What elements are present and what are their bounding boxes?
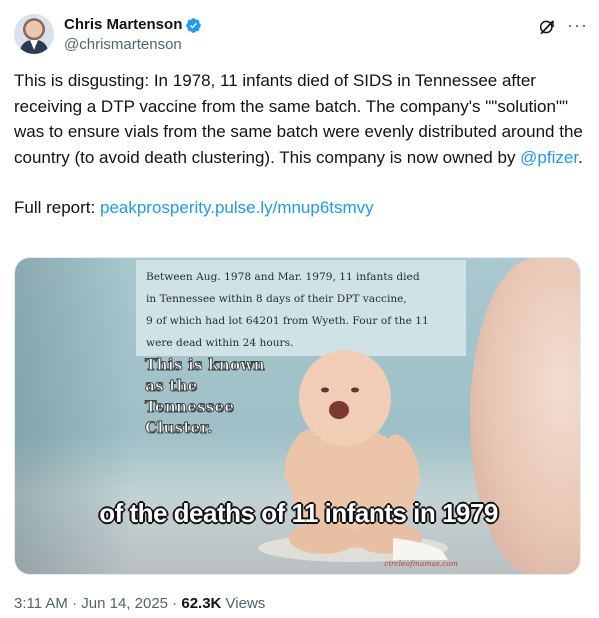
author-display-name[interactable]: Chris Martenson: [64, 15, 202, 35]
tweet-media-image[interactable]: Between Aug. 1978 and Mar. 1979, 11 infa…: [14, 257, 581, 575]
full-report-link[interactable]: peakprosperity.pulse.ly/mnup6tsmvy: [100, 198, 374, 217]
known-line: as the: [145, 376, 198, 396]
full-report-line: Full report: peakprosperity.pulse.ly/mnu…: [14, 195, 584, 221]
tweet-header: Chris Martenson @chrismartenson ···: [14, 12, 587, 56]
author-handle[interactable]: @chrismartenson: [64, 35, 202, 55]
tweet-date[interactable]: Jun 14, 2025: [81, 595, 168, 612]
mention-link[interactable]: @pfizer: [520, 148, 578, 167]
verified-badge-icon: [186, 17, 202, 33]
full-report-label: Full report:: [14, 198, 100, 217]
grok-icon[interactable]: [538, 18, 556, 36]
meta-separator: ·: [67, 595, 82, 612]
known-line: Cluster.: [145, 418, 213, 438]
note-line: 9 of which had lot 64201 from Wyeth. Fou…: [146, 315, 429, 327]
avatar[interactable]: [14, 14, 54, 54]
display-name-text[interactable]: Chris Martenson: [64, 15, 182, 35]
note-line: Between Aug. 1978 and Mar. 1979, 11 infa…: [146, 271, 420, 283]
media-watermark: circleofmamas.com: [384, 559, 458, 568]
views-count[interactable]: 62.3K: [181, 595, 221, 612]
note-line: in Tennessee within 8 days of their DPT …: [146, 293, 407, 305]
known-line: Tennessee: [145, 397, 235, 417]
media-caption: of the deaths of 11 infants in 1979: [99, 498, 498, 528]
meta-separator: ·: [168, 595, 182, 612]
tweet-time[interactable]: 3:11 AM: [14, 595, 68, 612]
tweet-text-end: .: [578, 147, 583, 167]
tennessee-cluster-text: This is known as the Tennessee Cluster.: [145, 354, 295, 438]
tweet-text-main: This is disgusting: In 1978, 11 infants …: [14, 71, 583, 167]
tweet-meta: 3:11 AM · Jun 14, 2025 · 62.3K Views: [14, 594, 265, 614]
views-label: Views: [221, 595, 266, 612]
known-line: This is known: [145, 355, 266, 375]
more-options-icon[interactable]: ···: [567, 16, 587, 36]
tweet-text: This is disgusting: In 1978, 11 infants …: [14, 68, 584, 170]
author-names: Chris Martenson @chrismartenson: [64, 15, 202, 55]
tweet-body: This is disgusting: In 1978, 11 infants …: [14, 68, 584, 246]
